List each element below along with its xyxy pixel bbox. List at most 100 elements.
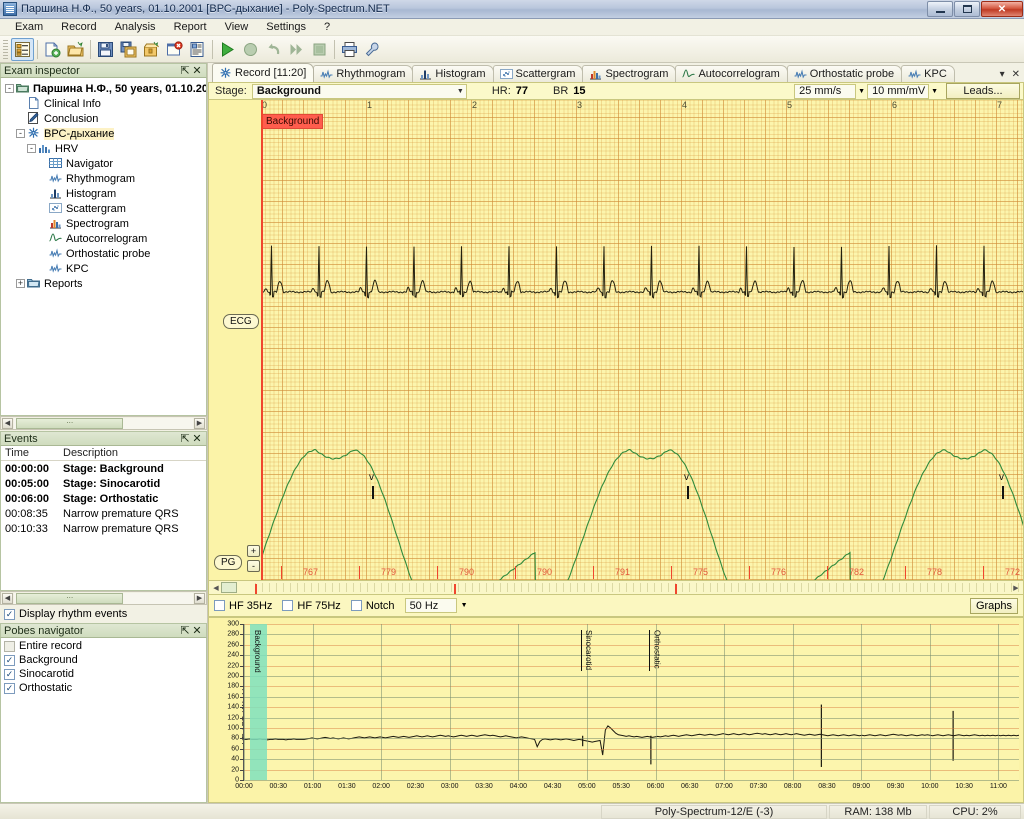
table-row[interactable]: 00:08:35 Narrow premature QRS — [1, 506, 206, 521]
open-exam-icon[interactable] — [64, 38, 87, 61]
stage-marker-tag[interactable]: Background — [262, 114, 324, 129]
menu-record[interactable]: Record — [52, 20, 105, 34]
tab-record-11-20[interactable]: Record [11:20] — [212, 63, 315, 82]
report-icon[interactable] — [186, 38, 209, 61]
menu-analysis[interactable]: Analysis — [106, 20, 165, 34]
close-button[interactable]: ✕ — [981, 1, 1023, 17]
tree-item-scattergram[interactable]: Scattergram — [5, 201, 206, 216]
settings-wrench-icon[interactable] — [361, 38, 384, 61]
tree-item-histogram[interactable]: Histogram — [5, 186, 206, 201]
pg-annotation-label[interactable]: v — [684, 472, 689, 483]
pg-annotation-label[interactable]: v — [999, 472, 1004, 483]
archive-icon[interactable] — [140, 38, 163, 61]
lead-label-pg[interactable]: PG — [214, 555, 243, 570]
forward-icon[interactable] — [285, 38, 308, 61]
list-item[interactable]: ✓ Sinocarotid — [1, 667, 206, 681]
table-row[interactable]: 00:10:33 Narrow premature QRS — [1, 521, 206, 536]
menu-exam[interactable]: Exam — [6, 20, 52, 34]
scroll-track[interactable]: ⋯ — [14, 592, 193, 604]
tree-expander-icon[interactable]: + — [16, 279, 25, 288]
tree-expander-icon[interactable]: - — [27, 144, 36, 153]
tree-item-conclusion[interactable]: Conclusion — [5, 111, 206, 126]
tree-item-orthostatic-probe[interactable]: Orthostatic probe — [5, 246, 206, 261]
tab-rhythmogram[interactable]: Rhythmogram — [313, 65, 414, 82]
trend-chart[interactable]: HR / BP / Workload 020406080100120140160… — [208, 617, 1024, 803]
save-as-icon[interactable] — [117, 38, 140, 61]
tab-histogram[interactable]: Histogram — [412, 65, 494, 82]
events-hscrollbar[interactable]: ◀ ⋯ ▶ — [0, 591, 207, 605]
tab-dropdown-icon[interactable]: ▾ — [1000, 69, 1005, 80]
close-icon[interactable]: ✕ — [191, 432, 203, 445]
nav-marker-sinocarotid[interactable] — [453, 584, 456, 594]
table-row[interactable]: 00:00:00 Stage: Background — [1, 461, 206, 476]
tree-item-kpc[interactable]: KPC — [5, 261, 206, 276]
notch-row[interactable]: Notch — [350, 600, 395, 612]
scroll-right-icon[interactable]: ▶ — [194, 417, 205, 429]
menu-help[interactable]: ? — [315, 20, 339, 34]
scroll-left-icon[interactable]: ◀ — [2, 417, 13, 429]
undo-icon[interactable] — [262, 38, 285, 61]
stage-marker-orthostatic[interactable] — [649, 630, 651, 671]
speed-select[interactable]: 25 mm/s — [794, 83, 857, 99]
exam-inspector-hscrollbar[interactable]: ◀ ⋯ ▶ — [0, 416, 207, 430]
notch-frequency-select[interactable]: 50 Hz — [404, 598, 457, 613]
tree-item-navigator[interactable]: Navigator — [5, 156, 206, 171]
tree-item-паршина-н-ф-50-years-01-10-2001[interactable]: - Паршина Н.Ф., 50 years, 01.10.2001 — [5, 81, 206, 96]
scroll-left-icon[interactable]: ◀ — [211, 583, 221, 593]
scroll-thumb[interactable]: ⋯ — [16, 592, 124, 604]
hf35-row[interactable]: HF 35Hz — [214, 600, 272, 612]
pg-gain-decrease-button[interactable]: - — [247, 560, 260, 572]
record-strip[interactable]: 0123456789 Background ECG PG + - vvv 767… — [208, 100, 1024, 581]
exam-inspector-icon[interactable] — [11, 37, 34, 61]
save-icon[interactable] — [94, 38, 117, 61]
notch-chevron-down-icon[interactable]: ▼ — [461, 602, 468, 609]
tree-expander-icon[interactable]: - — [5, 84, 14, 93]
navigator-ruler[interactable] — [255, 583, 1019, 594]
chevron-down-icon[interactable]: ▼ — [451, 88, 464, 95]
display-rhythm-events-checkbox[interactable]: ✓ — [4, 608, 15, 620]
tree-item-врс-дыхание[interactable]: - ВРС-дыхание — [5, 126, 206, 141]
tree-item-clinical-info[interactable]: Clinical Info — [5, 96, 206, 111]
scroll-track[interactable]: ⋯ — [14, 417, 193, 429]
stop-icon[interactable] — [308, 38, 331, 61]
print-icon[interactable] — [338, 38, 361, 61]
table-row[interactable]: 00:05:00 Stage: Sinocarotid — [1, 476, 206, 491]
toolbar-grip[interactable] — [3, 39, 8, 59]
tree-item-reports[interactable]: + Reports — [5, 276, 206, 291]
list-item[interactable]: ✓ Orthostatic — [1, 681, 206, 695]
pin-icon[interactable]: ⇱ — [179, 64, 191, 77]
scroll-thumb[interactable]: ⋯ — [16, 417, 124, 429]
delete-exam-icon[interactable] — [163, 38, 186, 61]
tree-item-spectrogram[interactable]: Spectrogram — [5, 216, 206, 231]
tab-close-icon[interactable]: ✕ — [1012, 69, 1020, 80]
scroll-left-icon[interactable]: ◀ — [2, 592, 13, 604]
scroll-thumb[interactable] — [221, 582, 237, 593]
scroll-right-icon[interactable]: ▶ — [194, 592, 205, 604]
menu-view[interactable]: View — [216, 20, 258, 34]
menu-settings[interactable]: Settings — [257, 20, 315, 34]
cursor-line[interactable] — [261, 100, 263, 580]
lead-label-ecg[interactable]: ECG — [223, 314, 259, 329]
maximize-button[interactable] — [954, 1, 980, 17]
probe-checkbox[interactable]: ✓ — [4, 668, 15, 680]
close-icon[interactable]: ✕ — [191, 624, 203, 637]
tree-item-hrv[interactable]: - HRV — [5, 141, 206, 156]
probe-checkbox[interactable] — [4, 640, 15, 652]
hf75-checkbox[interactable] — [282, 600, 294, 611]
strip-navigator-scrollbar[interactable]: ◀ ▶ — [208, 581, 1024, 595]
notch-checkbox[interactable] — [350, 600, 362, 611]
probe-checkbox[interactable]: ✓ — [4, 654, 15, 666]
tree-expander-icon[interactable]: - — [16, 129, 25, 138]
record-icon[interactable] — [239, 38, 262, 61]
stage-select[interactable]: Background ▼ — [251, 83, 467, 99]
pin-icon[interactable]: ⇱ — [179, 624, 191, 637]
close-icon[interactable]: ✕ — [191, 64, 203, 77]
leads-button[interactable]: Leads... — [946, 83, 1020, 99]
minimize-button[interactable] — [927, 1, 953, 17]
tree-item-rhythmogram[interactable]: Rhythmogram — [5, 171, 206, 186]
gain-select[interactable]: 10 mm/mV — [867, 83, 930, 99]
display-rhythm-events-row[interactable]: ✓ Display rhythm events — [0, 605, 207, 623]
tab-orthostatic-probe[interactable]: Orthostatic probe — [786, 65, 903, 82]
hf75-row[interactable]: HF 75Hz — [282, 600, 341, 612]
pin-icon[interactable]: ⇱ — [179, 432, 191, 445]
